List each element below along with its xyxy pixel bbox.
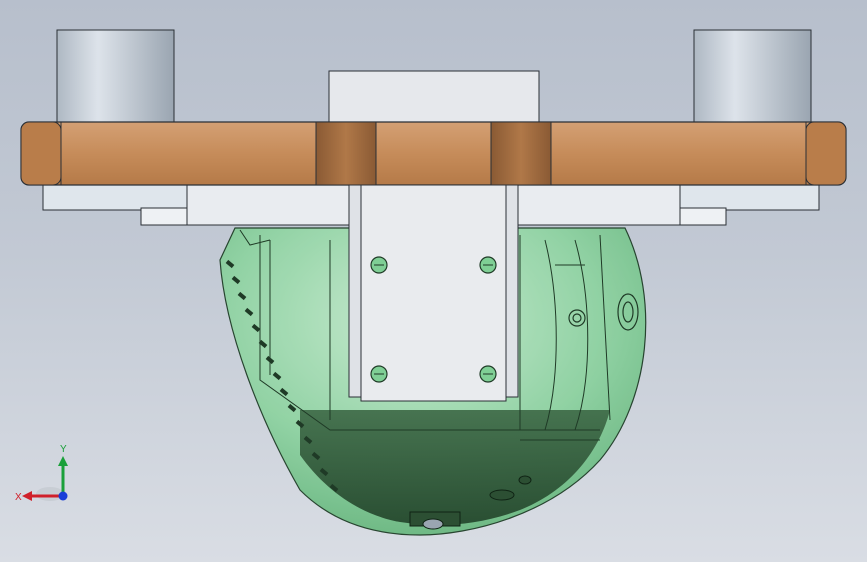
left-standoff-cylinder	[56, 29, 175, 125]
cad-3d-viewport[interactable]: Y X	[0, 0, 867, 562]
z-axis-dot-icon	[58, 491, 68, 501]
coordinate-triad: Y X	[15, 444, 68, 503]
u-bracket	[348, 184, 519, 402]
cad-model-view	[20, 29, 847, 536]
x-axis-label: X	[15, 492, 22, 503]
right-standoff-cylinder	[693, 29, 812, 125]
y-axis-label: Y	[60, 444, 67, 455]
copper-mounting-plate	[20, 121, 847, 186]
top-mounting-block	[328, 70, 540, 124]
